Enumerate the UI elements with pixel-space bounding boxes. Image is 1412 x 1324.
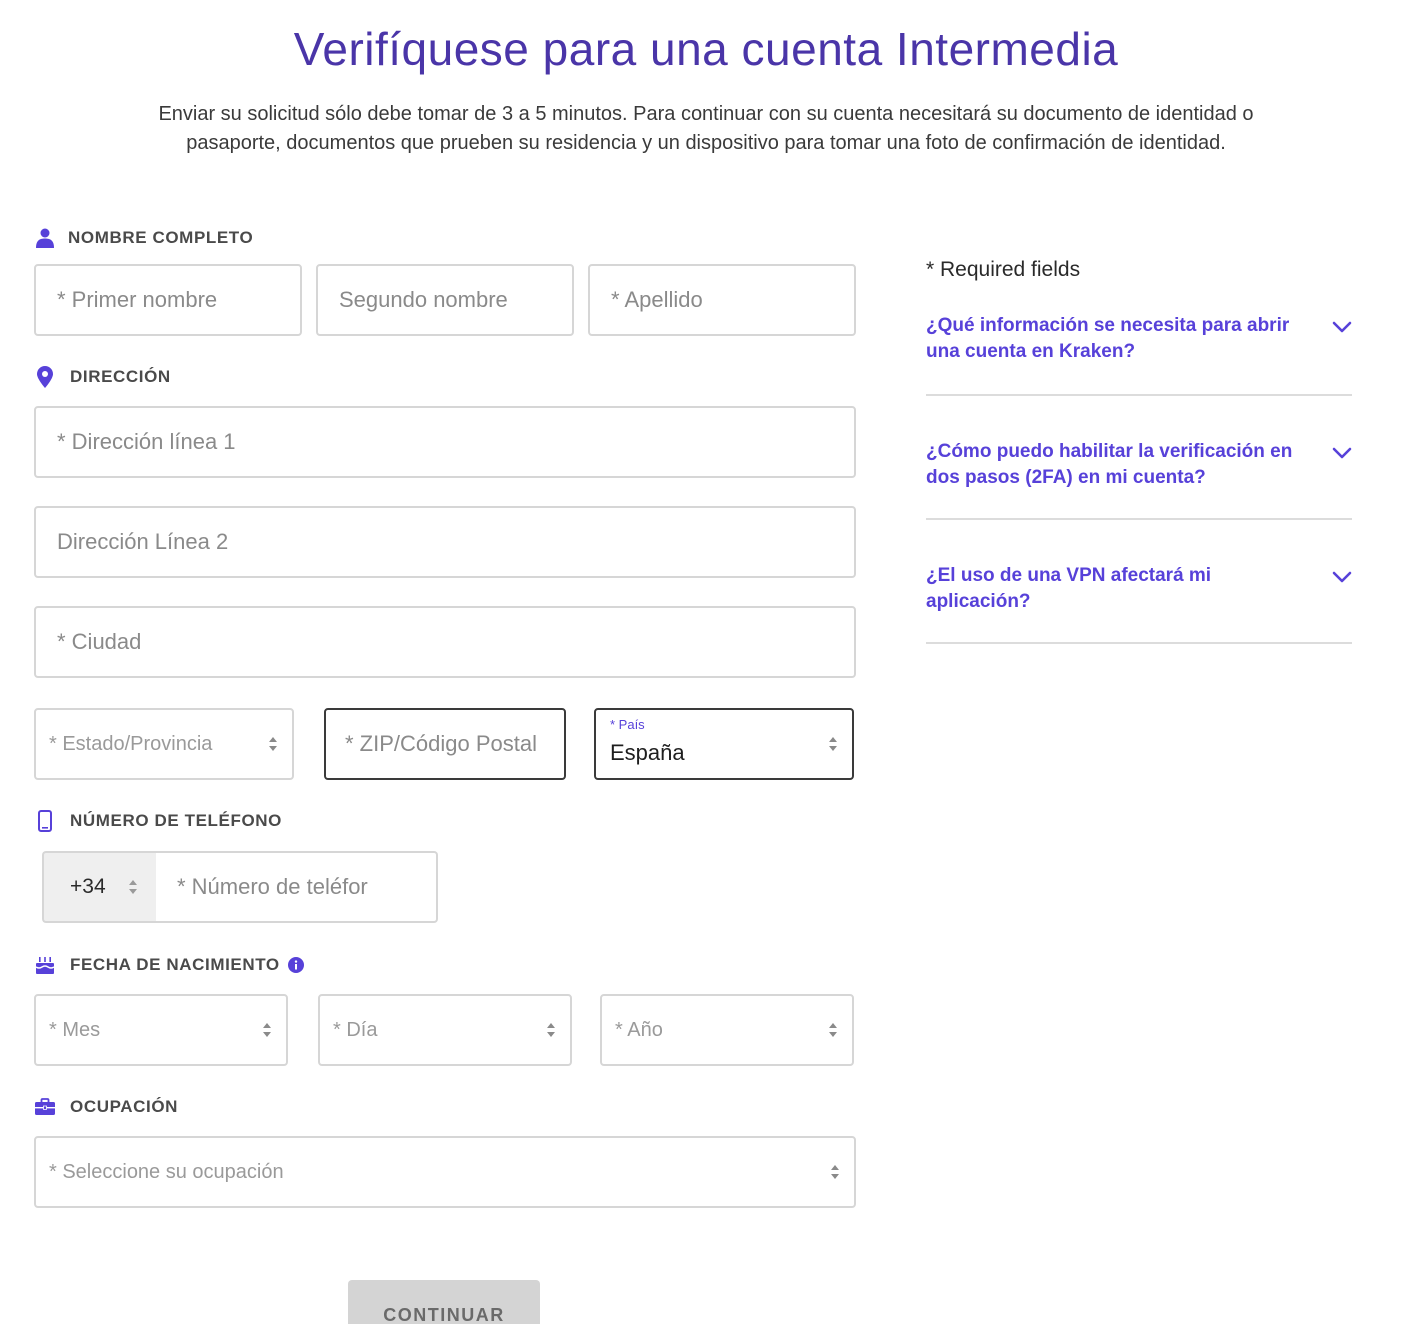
select-caret-icon — [269, 737, 277, 751]
occupation-placeholder: * Seleccione su ocupación — [49, 1160, 284, 1183]
last-name-field[interactable]: * Apellido — [588, 264, 856, 336]
faq-item[interactable]: ¿Cómo puedo habilitar la verificación en… — [926, 439, 1352, 520]
phone-number-field[interactable]: * Número de teléfor — [156, 851, 438, 923]
chevron-down-icon[interactable] — [1332, 320, 1352, 334]
faq-question: ¿El uso de una VPN afectará mi aplicació… — [926, 563, 1321, 615]
select-caret-icon — [831, 1165, 839, 1179]
section-address-label: DIRECCIÓN — [70, 367, 171, 386]
faq-item[interactable]: ¿El uso de una VPN afectará mi aplicació… — [926, 563, 1352, 644]
section-name-heading: NOMBRE COMPLETO — [34, 227, 253, 249]
section-birth-label: FECHA DE NACIMIENTO — [70, 955, 280, 974]
country-value: España — [610, 740, 685, 765]
section-occupation-label: OCUPACIÓN — [70, 1097, 179, 1116]
phone-country-code-select[interactable]: +34 — [42, 851, 156, 923]
chevron-down-icon[interactable] — [1332, 570, 1352, 584]
address-line2-field[interactable]: Dirección Línea 2 — [34, 506, 856, 578]
faq-question-line: dos pasos (2FA) en mi cuenta? — [926, 467, 1206, 488]
phone-prefix-value: +34 — [70, 875, 106, 898]
occupation-select[interactable]: * Seleccione su ocupación — [34, 1136, 856, 1208]
page-title: Verifíquese para una cuenta Intermedia — [293, 23, 1119, 75]
section-phone-heading: NÚMERO DE TELÉFONO — [34, 810, 282, 832]
middle-name-field[interactable]: Segundo nombre — [316, 264, 574, 336]
chevron-down-icon[interactable] — [1332, 446, 1352, 460]
state-select-placeholder: * Estado/Provincia — [49, 732, 213, 755]
briefcase-icon — [34, 1096, 56, 1118]
select-caret-icon — [129, 880, 137, 894]
section-address-heading: DIRECCIÓN — [34, 366, 171, 388]
section-birth-heading: FECHA DE NACIMIENTO — [34, 954, 304, 976]
birth-month-placeholder: * Mes — [49, 1018, 101, 1041]
faq-question-line: una cuenta en Kraken? — [926, 341, 1136, 362]
faq-question: ¿Cómo puedo habilitar la verificación en… — [926, 439, 1321, 491]
intro-line-2: pasaporte, documentos que prueben su res… — [186, 132, 1226, 154]
continue-button[interactable]: CONTINUAR — [348, 1280, 540, 1324]
mobile-phone-icon — [34, 810, 56, 832]
birth-year-placeholder: * Año — [615, 1018, 663, 1041]
birth-year-select[interactable]: * Año — [600, 994, 854, 1066]
section-phone-label: NÚMERO DE TELÉFONO — [70, 811, 282, 830]
section-name-label: NOMBRE COMPLETO — [68, 228, 254, 247]
birth-day-select[interactable]: * Día — [318, 994, 572, 1066]
city-field[interactable]: * Ciudad — [34, 606, 856, 678]
intro-text: Enviar su solicitud sólo debe tomar de 3… — [40, 100, 1372, 158]
section-occupation-heading: OCUPACIÓN — [34, 1096, 178, 1118]
country-select[interactable]: * País España — [594, 708, 854, 780]
select-caret-icon — [829, 737, 837, 751]
first-name-field[interactable]: * Primer nombre — [34, 264, 302, 336]
info-icon[interactable] — [287, 957, 304, 973]
birth-month-select[interactable]: * Mes — [34, 994, 288, 1066]
birthday-cake-icon — [34, 954, 56, 976]
user-icon — [34, 227, 56, 249]
faq-question-line: aplicación? — [926, 591, 1031, 612]
faq-question-line: ¿El uso de una VPN afectará mi — [926, 565, 1212, 586]
country-label: * País — [610, 717, 645, 732]
faq-question-line: ¿Qué información se necesita para abrir — [926, 315, 1290, 336]
required-fields-note: * Required fields — [926, 258, 1081, 281]
select-caret-icon — [829, 1023, 837, 1037]
select-caret-icon — [547, 1023, 555, 1037]
map-pin-icon — [34, 366, 56, 388]
address-line1-field[interactable]: * Dirección línea 1 — [34, 406, 856, 478]
select-caret-icon — [263, 1023, 271, 1037]
birth-day-placeholder: * Día — [333, 1018, 378, 1041]
faq-item[interactable]: ¿Qué información se necesita para abrir … — [926, 313, 1352, 396]
zip-field[interactable]: * ZIP/Código Postal — [324, 708, 566, 780]
state-select[interactable]: * Estado/Provincia — [34, 708, 294, 780]
faq-question-line: ¿Cómo puedo habilitar la verificación en — [926, 441, 1293, 462]
intro-line-1: Enviar su solicitud sólo debe tomar de 3… — [158, 103, 1254, 125]
faq-question: ¿Qué información se necesita para abrir … — [926, 313, 1321, 365]
